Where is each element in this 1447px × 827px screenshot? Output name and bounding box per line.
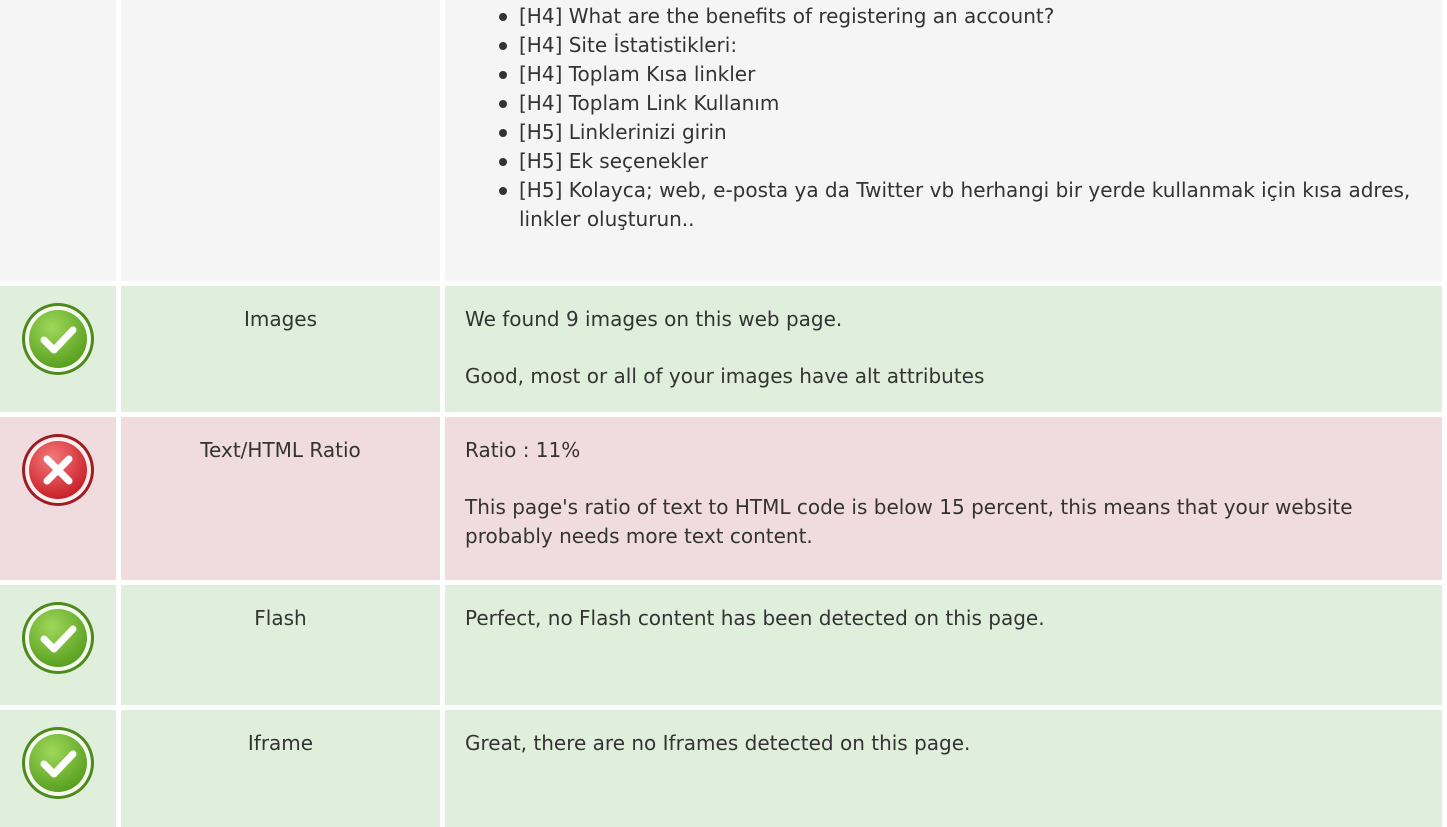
status-icon-cell — [0, 286, 116, 412]
check-row-images: Images We found 9 images on this web pag… — [0, 286, 1447, 412]
status-icon-cell — [0, 585, 116, 705]
check-details: We found 9 images on this web page. Good… — [445, 286, 1442, 412]
check-details: Ratio : 11% This page's ratio of text to… — [445, 417, 1442, 580]
check-details: Perfect, no Flash content has been detec… — [445, 585, 1442, 705]
headings-list: [H4] What are the benefits of registerin… — [445, 2, 1422, 234]
check-detail-line: Perfect, no Flash content has been detec… — [465, 606, 1045, 630]
list-item: [H5] Linklerinizi girin — [499, 118, 1422, 147]
check-row-iframe: Iframe Great, there are no Iframes detec… — [0, 710, 1447, 827]
check-label: Images — [121, 286, 440, 412]
cross-icon — [22, 434, 94, 506]
check-icon — [22, 602, 94, 674]
list-item: [H4] What are the benefits of registerin… — [499, 2, 1422, 31]
check-detail-line: This page's ratio of text to HTML code i… — [465, 495, 1353, 548]
list-item: [H4] Site İstatistikleri: — [499, 31, 1422, 60]
check-details: Great, there are no Iframes detected on … — [445, 710, 1442, 827]
headings-icon-cell — [0, 0, 116, 281]
headings-list-cell: [H4] What are the benefits of registerin… — [445, 0, 1442, 281]
check-detail-line: Good, most or all of your images have al… — [465, 364, 985, 388]
check-label: Text/HTML Ratio — [121, 417, 440, 580]
list-item: [H5] Ek seçenekler — [499, 147, 1422, 176]
headings-row: [H4] What are the benefits of registerin… — [0, 0, 1447, 281]
list-item: [H4] Toplam Link Kullanım — [499, 89, 1422, 118]
check-icon — [22, 727, 94, 799]
check-detail-line: Ratio : 11% — [465, 438, 581, 462]
check-detail-line: Great, there are no Iframes detected on … — [465, 731, 971, 755]
list-item: [H5] Kolayca; web, e-posta ya da Twitter… — [499, 176, 1422, 234]
status-icon-cell — [0, 710, 116, 827]
seo-report: [H4] What are the benefits of registerin… — [0, 0, 1447, 827]
list-item: [H4] Toplam Kısa linkler — [499, 60, 1422, 89]
headings-label-cell — [121, 0, 440, 281]
check-row-text-html-ratio: Text/HTML Ratio Ratio : 11% This page's … — [0, 417, 1447, 580]
check-row-flash: Flash Perfect, no Flash content has been… — [0, 585, 1447, 705]
status-icon-cell — [0, 417, 116, 580]
check-label: Flash — [121, 585, 440, 705]
check-label: Iframe — [121, 710, 440, 827]
check-icon — [22, 303, 94, 375]
check-detail-line: We found 9 images on this web page. — [465, 307, 843, 331]
